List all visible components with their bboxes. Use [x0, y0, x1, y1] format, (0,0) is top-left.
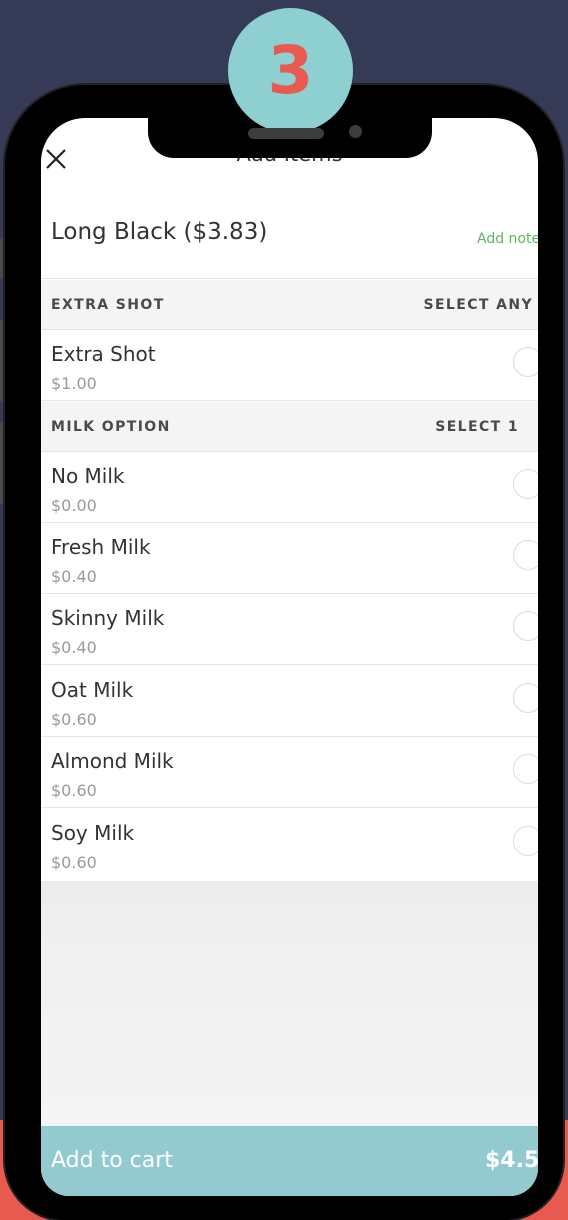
section-header-milk-option: MILK OPTION SELECT 1: [41, 402, 538, 452]
option-oat-milk[interactable]: Oat Milk $0.60: [41, 666, 538, 737]
option-name: Skinny Milk: [51, 606, 165, 630]
option-price: $0.60: [51, 781, 97, 800]
add-to-cart-button[interactable]: Add to cart $4.50: [41, 1126, 538, 1196]
option-name: Almond Milk: [51, 749, 174, 773]
section-rule: SELECT 1: [435, 419, 519, 435]
step-number: 3: [267, 31, 314, 109]
option-name: Extra Shot: [51, 342, 156, 366]
speaker-grille: [248, 128, 324, 139]
item-row: Long Black ($3.83) Add note: [41, 196, 538, 279]
option-almond-milk[interactable]: Almond Milk $0.60: [41, 737, 538, 808]
option-price: $0.60: [51, 710, 97, 729]
option-price: $0.40: [51, 638, 97, 657]
cart-total: $4.50: [485, 1148, 538, 1173]
option-soy-milk[interactable]: Soy Milk $0.60: [41, 809, 538, 881]
add-note-link[interactable]: Add note: [477, 231, 538, 247]
app-screen: Add Items Long Black ($3.83) Add note EX…: [41, 118, 538, 1196]
option-radio[interactable]: [513, 754, 538, 784]
section-rule: SELECT ANY: [423, 297, 533, 313]
item-name: Long Black ($3.83): [51, 219, 268, 245]
section-title: EXTRA SHOT: [51, 297, 165, 313]
option-radio[interactable]: [513, 611, 538, 641]
option-name: Fresh Milk: [51, 535, 151, 559]
section-title: MILK OPTION: [51, 419, 171, 435]
option-checkbox[interactable]: [513, 347, 538, 377]
option-name: Soy Milk: [51, 821, 135, 845]
front-camera: [349, 125, 362, 138]
option-name: No Milk: [51, 464, 125, 488]
step-badge: 3: [228, 8, 353, 133]
option-no-milk[interactable]: No Milk $0.00: [41, 452, 538, 523]
option-radio[interactable]: [513, 469, 538, 499]
option-price: $1.00: [51, 374, 97, 393]
option-price: $0.40: [51, 567, 97, 586]
option-fresh-milk[interactable]: Fresh Milk $0.40: [41, 523, 538, 594]
option-name: Oat Milk: [51, 678, 134, 702]
empty-area: [41, 881, 538, 1126]
option-extra-shot[interactable]: Extra Shot $1.00: [41, 330, 538, 401]
option-price: $0.00: [51, 496, 97, 515]
option-skinny-milk[interactable]: Skinny Milk $0.40: [41, 594, 538, 665]
section-header-extra-shot: EXTRA SHOT SELECT ANY: [41, 280, 538, 330]
option-price: $0.60: [51, 853, 97, 872]
option-radio[interactable]: [513, 826, 538, 856]
option-radio[interactable]: [513, 683, 538, 713]
option-radio[interactable]: [513, 540, 538, 570]
add-to-cart-label: Add to cart: [51, 1148, 173, 1173]
